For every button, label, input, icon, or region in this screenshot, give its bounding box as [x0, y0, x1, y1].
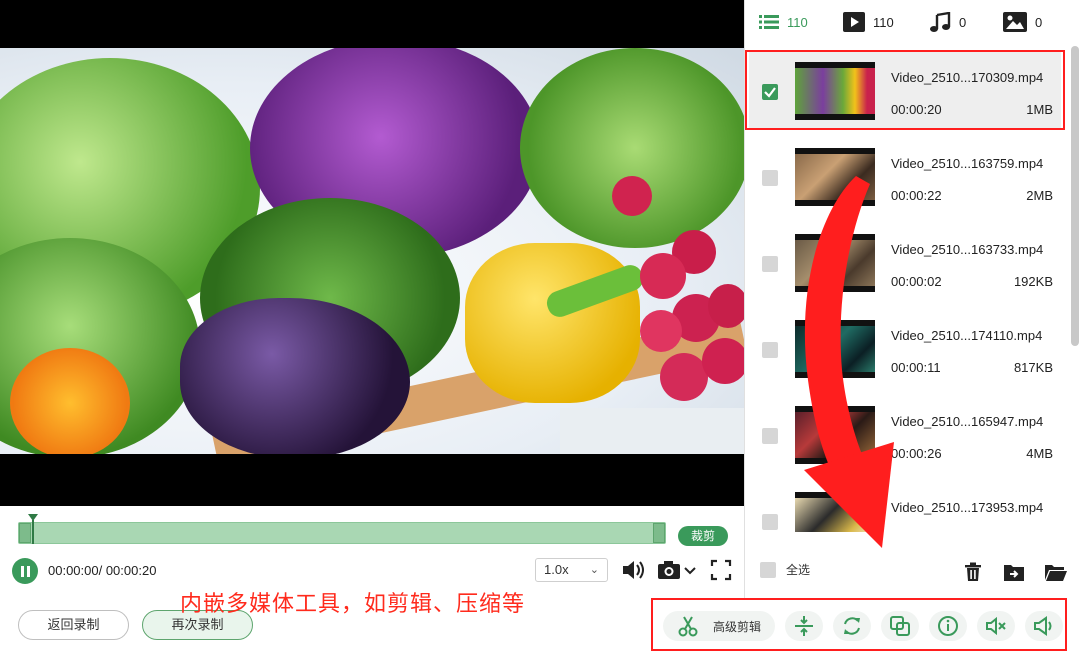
file-name: Video_2510...173953.mp4	[891, 500, 1044, 515]
volume-icon[interactable]	[620, 557, 646, 583]
file-name: Video_2510...174110.mp4	[891, 328, 1043, 343]
refresh-convert-icon	[844, 617, 860, 635]
file-size: 192KB	[1013, 274, 1053, 289]
select-all-label: 全选	[786, 563, 811, 577]
speed-value: 1.0x	[544, 562, 569, 577]
advanced-edit-label: 高级剪辑	[712, 619, 761, 634]
pause-icon	[20, 565, 24, 577]
file-name: Video_2510...163759.mp4	[891, 156, 1044, 171]
video-preview[interactable]	[0, 0, 744, 506]
caption-annotation: 内嵌多媒体工具，如剪辑、压缩等	[180, 591, 526, 616]
red-annotation-arrow-icon	[804, 176, 894, 548]
delete-button[interactable]	[958, 557, 988, 587]
convert-button[interactable]	[833, 611, 871, 641]
merge-icon	[890, 616, 910, 636]
screenshot-options-chevron-icon[interactable]	[683, 557, 697, 583]
camera-icon[interactable]	[656, 557, 682, 583]
music-note-icon	[930, 12, 951, 32]
tab-all[interactable]: 110	[759, 10, 808, 34]
mute-audio-button[interactable]	[977, 611, 1015, 641]
open-folder-button[interactable]	[1041, 557, 1071, 587]
item-checkbox[interactable]	[762, 256, 778, 272]
media-type-tabs: 110 110 0 0	[745, 0, 1080, 44]
list-scrollbar[interactable]	[1071, 46, 1079, 346]
trash-icon	[965, 562, 981, 581]
list-icon	[759, 15, 779, 29]
item-checkbox[interactable]	[762, 170, 778, 186]
item-checkbox[interactable]	[762, 342, 778, 358]
tab-audio[interactable]: 0	[929, 10, 966, 34]
tab-audio-count: 0	[959, 14, 967, 30]
media-tools-bar: 高级剪辑	[651, 598, 1067, 651]
playback-speed-select[interactable]: 1.0x ⌄	[535, 558, 608, 582]
info-button[interactable]	[929, 611, 967, 641]
compress-icon	[795, 616, 813, 636]
video-play-icon	[843, 12, 865, 32]
time-readout: 00:00:00/ 00:00:20	[48, 563, 157, 578]
playhead-marker[interactable]	[28, 514, 38, 544]
timeline-track[interactable]	[18, 522, 666, 544]
folder-move-icon	[1004, 565, 1024, 581]
mute-icon	[986, 616, 1006, 636]
folder-open-icon	[1045, 565, 1067, 581]
chevron-down-icon: ⌄	[589, 564, 599, 576]
fullscreen-icon[interactable]	[709, 557, 733, 583]
back-to-record-button[interactable]: 返回录制	[18, 610, 129, 640]
crop-button[interactable]: 裁剪	[678, 526, 728, 546]
pause-button[interactable]	[12, 558, 38, 584]
item-checkbox[interactable]	[762, 428, 778, 444]
file-size: 4MB	[1026, 446, 1053, 461]
file-size: 817KB	[1013, 360, 1053, 375]
scissors-icon	[678, 616, 698, 637]
tab-video-count: 110	[873, 14, 894, 30]
item-checkbox[interactable]	[762, 514, 778, 530]
volume-adjust-button[interactable]	[1025, 611, 1063, 641]
selected-item-highlight	[745, 50, 1065, 130]
video-frame-vegetables	[0, 48, 744, 454]
tab-image[interactable]: 0	[1003, 10, 1042, 34]
merge-button[interactable]	[881, 611, 919, 641]
tab-all-count: 110	[787, 14, 808, 30]
move-to-folder-button[interactable]	[999, 557, 1029, 587]
file-size: 2MB	[1026, 188, 1053, 203]
info-icon	[938, 616, 958, 636]
tab-video[interactable]: 110	[843, 10, 894, 34]
select-all[interactable]: 全选	[760, 561, 810, 578]
file-name: Video_2510...163733.mp4	[891, 242, 1044, 257]
file-name: Video_2510...165947.mp4	[891, 414, 1044, 429]
image-icon	[1003, 12, 1027, 32]
advanced-edit-button[interactable]: 高级剪辑	[663, 611, 775, 641]
timeline-end-handle[interactable]	[653, 523, 665, 543]
tab-image-count: 0	[1035, 14, 1043, 30]
speaker-icon	[1034, 616, 1052, 636]
compress-button[interactable]	[785, 611, 823, 641]
select-all-checkbox[interactable]	[760, 561, 776, 578]
